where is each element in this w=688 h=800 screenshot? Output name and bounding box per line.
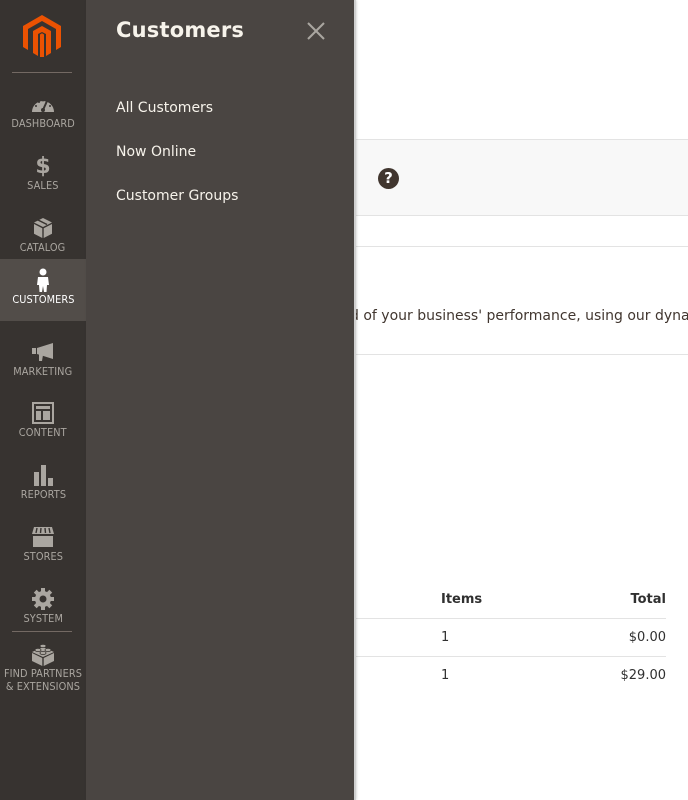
person-icon bbox=[31, 268, 55, 292]
cell-items: 1 bbox=[441, 668, 450, 683]
nav-item-marketing[interactable]: MARKETING bbox=[0, 332, 86, 394]
nav-divider bbox=[12, 72, 72, 73]
magento-admin: DASHBOARD $ SALES CATALOG CUSTOMERS MARK… bbox=[0, 0, 688, 800]
storefront-icon bbox=[31, 525, 55, 549]
submenu-list: All Customers Now Online Customer Groups bbox=[116, 100, 238, 232]
submenu-item-now-online[interactable]: Now Online bbox=[116, 144, 238, 188]
row-divider bbox=[356, 618, 666, 619]
row-divider bbox=[356, 656, 666, 657]
cell-total: $0.00 bbox=[628, 630, 666, 645]
nav-label-line: FIND PARTNERS bbox=[3, 668, 83, 680]
nav-label: CONTENT bbox=[19, 427, 67, 439]
divider bbox=[356, 246, 688, 247]
admin-sidebar: DASHBOARD $ SALES CATALOG CUSTOMERS MARK… bbox=[0, 0, 86, 800]
divider bbox=[356, 354, 688, 355]
nav-label: MARKETING bbox=[13, 366, 73, 378]
layout-icon bbox=[31, 401, 55, 425]
nav-item-sales[interactable]: $ SALES bbox=[0, 146, 86, 208]
nav-item-dashboard[interactable]: DASHBOARD bbox=[0, 84, 86, 146]
magento-logo-icon[interactable] bbox=[23, 15, 61, 57]
nav-label: CUSTOMERS bbox=[11, 294, 75, 306]
nav-label: SYSTEM bbox=[23, 613, 63, 625]
nav-item-content[interactable]: CONTENT bbox=[0, 393, 86, 455]
customers-submenu: Customers All Customers Now Online Custo… bbox=[86, 0, 354, 800]
page-actions-bar: ? bbox=[356, 139, 688, 216]
dollar-icon: $ bbox=[35, 153, 51, 179]
dashboard-gauge-icon bbox=[31, 92, 55, 116]
submenu-title: Customers bbox=[116, 18, 245, 42]
nav-label: REPORTS bbox=[20, 489, 66, 501]
column-header-items[interactable]: Items bbox=[441, 592, 482, 607]
submenu-edge bbox=[354, 0, 356, 800]
nav-item-stores[interactable]: STORES bbox=[0, 517, 86, 579]
submenu-item-customer-groups[interactable]: Customer Groups bbox=[116, 188, 238, 232]
box-icon bbox=[31, 216, 55, 240]
lego-block-icon bbox=[31, 642, 55, 666]
nav-label: DASHBOARD bbox=[11, 118, 75, 130]
dashboard-promo-text: d of your business' performance, using o… bbox=[350, 308, 688, 324]
help-icon[interactable]: ? bbox=[378, 168, 399, 189]
bar-chart-icon bbox=[31, 463, 55, 487]
nav-item-find-partners[interactable]: FIND PARTNERS & EXTENSIONS bbox=[0, 634, 86, 704]
nav-label: CATALOG bbox=[20, 242, 66, 254]
submenu-item-all-customers[interactable]: All Customers bbox=[116, 100, 238, 144]
page-content: ? d of your business' performance, using… bbox=[350, 0, 688, 800]
nav-label: STORES bbox=[23, 551, 63, 563]
nav-item-reports[interactable]: REPORTS bbox=[0, 455, 86, 517]
nav-divider bbox=[12, 631, 72, 632]
close-icon[interactable] bbox=[305, 20, 327, 42]
nav-item-customers[interactable]: CUSTOMERS bbox=[0, 259, 86, 321]
gear-icon bbox=[31, 587, 55, 611]
nav-label-line: & EXTENSIONS bbox=[5, 681, 81, 693]
megaphone-icon bbox=[31, 340, 55, 364]
cell-items: 1 bbox=[441, 630, 450, 645]
nav-label: FIND PARTNERS & EXTENSIONS bbox=[4, 668, 82, 694]
column-header-total[interactable]: Total bbox=[630, 592, 666, 607]
cell-total: $29.00 bbox=[620, 668, 667, 683]
nav-label: SALES bbox=[27, 180, 59, 192]
